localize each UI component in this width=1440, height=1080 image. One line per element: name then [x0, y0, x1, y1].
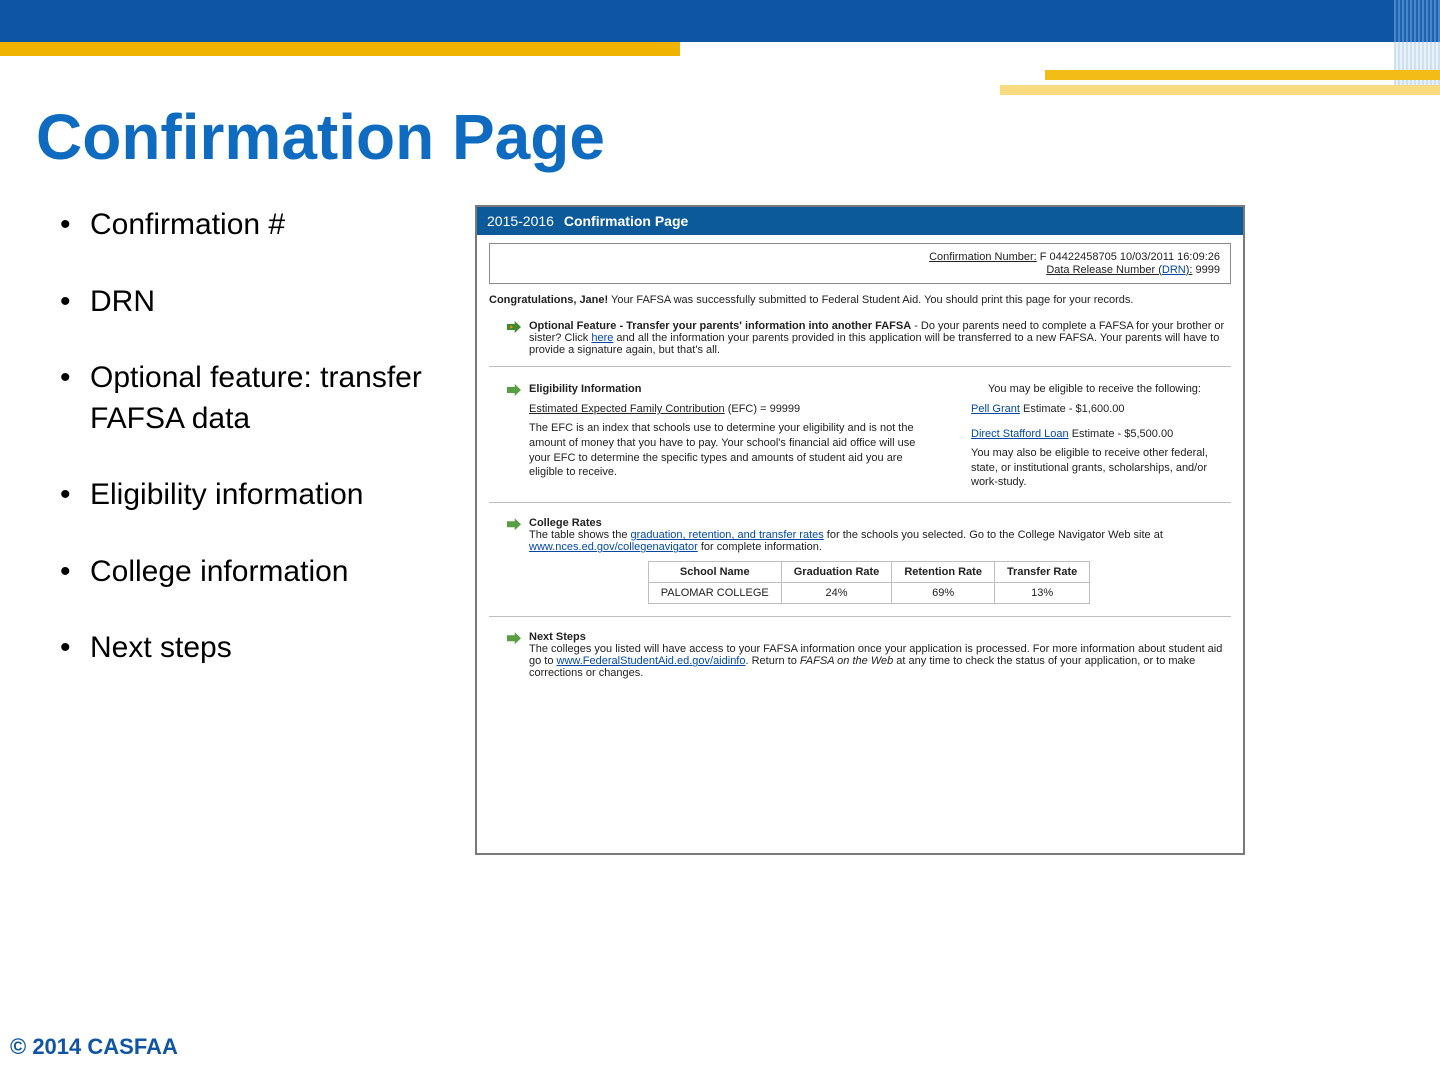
panel-year: 2015-2016	[487, 213, 554, 229]
arrow-icon	[507, 518, 521, 530]
eligibility-title: Eligibility Information	[529, 383, 641, 395]
cell-retention-rate: 69%	[892, 583, 995, 604]
drn-label-suffix: ):	[1186, 264, 1193, 276]
arrow-icon	[507, 384, 521, 396]
panel-body: Confirmation Number: F 04422458705 10/03…	[477, 235, 1243, 699]
col-school-name: School Name	[648, 562, 781, 583]
federal-student-aid-link[interactable]: www.FederalStudentAid.ed.gov/aidinfo	[557, 655, 746, 667]
college-rates-table: School Name Graduation Rate Retention Ra…	[648, 561, 1091, 604]
college-rates-section: College Rates The table shows the gradua…	[489, 513, 1231, 617]
drn-label-prefix: Data Release Number (	[1046, 264, 1162, 276]
next-steps-section: Next Steps The colleges you listed will …	[489, 627, 1231, 691]
table-header-row: School Name Graduation Rate Retention Ra…	[648, 562, 1090, 583]
stafford-loan-estimate: Estimate - $5,500.00	[1069, 428, 1174, 440]
panel-header: 2015-2016 Confirmation Page	[477, 207, 1243, 235]
panel-title: Confirmation Page	[564, 213, 688, 229]
col-grad-rate: Graduation Rate	[781, 562, 892, 583]
table-row: PALOMAR COLLEGE 24% 69% 13%	[648, 583, 1090, 604]
cell-school-name: PALOMAR COLLEGE	[648, 583, 781, 604]
pell-grant-link[interactable]: Pell Grant	[971, 403, 1020, 415]
bullet-item: Optional feature: transfer FAFSA data	[60, 358, 470, 439]
arrow-icon	[507, 321, 521, 333]
bullet-item: Next steps	[60, 628, 470, 669]
eligibility-left-col: Estimated Expected Family Contribution (…	[529, 402, 931, 490]
cell-grad-rate: 24%	[781, 583, 892, 604]
college-rates-before-link: The table shows the	[529, 529, 631, 541]
bullet-list: Confirmation # DRN Optional feature: tra…	[60, 205, 470, 705]
eligibility-right-col: Pell Grant Estimate - $1,600.00 Direct S…	[971, 402, 1231, 490]
bullet-item: College information	[60, 552, 470, 593]
bullet-item: DRN	[60, 282, 470, 323]
bullet-item: Confirmation #	[60, 205, 470, 246]
college-rates-title: College Rates	[529, 517, 1231, 529]
eligibility-section: Eligibility Information You may be eligi…	[489, 379, 1231, 503]
fafsa-on-the-web: FAFSA on the Web	[800, 655, 893, 667]
col-transfer-rate: Transfer Rate	[994, 562, 1089, 583]
college-rates-mid: for the schools you selected. Go to the …	[824, 529, 1163, 541]
other-eligibility-text: You may also be eligible to receive othe…	[971, 446, 1231, 491]
copyright-footer: © 2014 CASFAA	[10, 1034, 178, 1060]
cell-transfer-rate: 13%	[994, 583, 1089, 604]
confirmation-number-value: F 04422458705 10/03/2011 16:09:26	[1040, 251, 1220, 263]
col-retention-rate: Retention Rate	[892, 562, 995, 583]
next-steps-text: The colleges you listed will have access…	[529, 643, 1231, 679]
rates-types-link[interactable]: graduation, retention, and transfer rate…	[631, 529, 824, 541]
congrats-rest: Your FAFSA was successfully submitted to…	[608, 294, 1133, 306]
optional-feature-text: Optional Feature - Transfer your parents…	[529, 320, 1231, 356]
college-navigator-link[interactable]: www.nces.ed.gov/collegenavigator	[529, 541, 698, 553]
drn-link[interactable]: DRN	[1162, 264, 1186, 276]
confirmation-panel: 2015-2016 Confirmation Page Confirmation…	[475, 205, 1245, 855]
next-steps-title: Next Steps	[529, 631, 1231, 643]
congrats-text: Congratulations, Jane! Your FAFSA was su…	[489, 294, 1231, 306]
next-steps-mid: . Return to	[745, 655, 799, 667]
header-gold-bar-right-top	[1045, 70, 1440, 80]
optional-feature-here-link[interactable]: here	[591, 332, 613, 344]
efc-description: The EFC is an index that schools use to …	[529, 421, 931, 480]
header-gold-bar-right-bottom	[1000, 85, 1440, 95]
eligibility-right-intro: You may be eligible to receive the follo…	[988, 383, 1231, 395]
confirmation-number-label: Confirmation Number:	[929, 251, 1037, 263]
bullet-item: Eligibility information	[60, 475, 470, 516]
optional-feature-after-link: and all the information your parents pro…	[529, 332, 1219, 356]
slide-title: Confirmation Page	[36, 100, 605, 174]
optional-feature-bold: Optional Feature - Transfer your parents…	[529, 320, 911, 332]
efc-label: Estimated Expected Family Contribution	[529, 403, 725, 415]
pell-grant-estimate: Estimate - $1,600.00	[1020, 403, 1125, 415]
stafford-loan-link[interactable]: Direct Stafford Loan	[971, 428, 1069, 440]
college-rates-after: for complete information.	[698, 541, 822, 553]
efc-value: (EFC) = 99999	[725, 403, 801, 415]
header-blue-bar	[0, 0, 1440, 42]
confirmation-number-box: Confirmation Number: F 04422458705 10/03…	[489, 243, 1231, 284]
congrats-bold: Congratulations, Jane!	[489, 294, 608, 306]
header-gold-bar-left	[0, 42, 680, 56]
drn-value: 9999	[1196, 264, 1220, 276]
arrow-icon	[507, 632, 521, 644]
college-rates-text: The table shows the graduation, retentio…	[529, 529, 1231, 553]
optional-feature-block: Optional Feature - Transfer your parents…	[489, 316, 1231, 367]
